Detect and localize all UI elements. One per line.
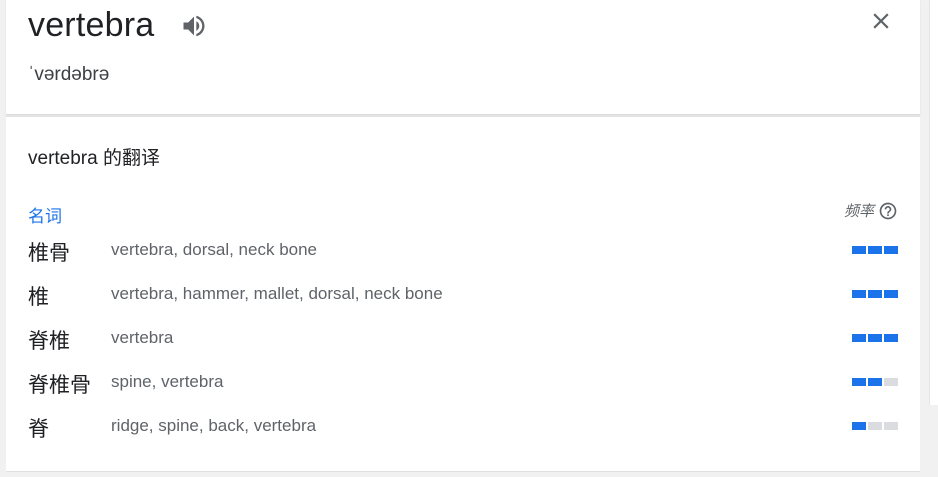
phonetic-transcription: ˈvərdəbrə [28,64,110,85]
frequency-indicator [852,290,898,298]
frequency-bar-filled [852,334,866,342]
frequency-label: 频率 [843,203,874,220]
frequency-indicator [852,246,898,254]
close-icon[interactable] [868,8,894,34]
frequency-bar-filled [852,246,866,254]
help-circle-icon[interactable] [878,201,898,221]
frequency-bar-filled [852,422,866,430]
translation-row[interactable]: 椎 vertebra, hammer, mallet, dorsal, neck… [6,273,920,317]
back-translations: spine, vertebra [111,372,224,391]
frequency-bar-filled [852,290,866,298]
translation-term: 椎骨 [28,241,70,265]
translation-row[interactable]: 脊 ridge, spine, back, vertebra [6,405,920,449]
translations-title: vertebra 的翻译 [28,148,160,169]
frequency-bar-filled [852,378,866,386]
frequency-bar-filled [884,290,898,298]
translation-row[interactable]: 脊椎 vertebra [6,317,920,361]
back-translations: vertebra, dorsal, neck bone [111,240,318,259]
frequency-indicator [852,422,898,430]
translation-row[interactable]: 椎骨 vertebra, dorsal, neck bone [6,229,920,273]
frequency-header: 频率 [844,200,898,221]
frequency-bar-filled [884,246,898,254]
frequency-bar-empty [884,378,898,386]
back-translations: vertebra [111,328,174,347]
translation-list: 椎骨 vertebra, dorsal, neck bone 椎 vertebr… [6,229,920,449]
translation-term: 椎 [28,285,49,309]
frequency-bar-filled [868,246,882,254]
headword: vertebra [28,6,155,44]
frequency-bar-empty [868,422,882,430]
translations-card: vertebra 的翻译 名词 频率 椎骨 vertebra, dorsal, … [6,116,920,472]
frequency-bar-filled [868,334,882,342]
frequency-bar-filled [884,334,898,342]
frequency-bar-empty [884,422,898,430]
scrollbar-track[interactable] [929,0,938,405]
translation-term: 脊 [28,417,49,441]
translation-term: 脊椎 [28,329,70,353]
volume-icon[interactable] [180,12,208,40]
back-translations: ridge, spine, back, vertebra [111,416,317,435]
frequency-indicator [852,378,898,386]
translation-term: 脊椎骨 [28,373,91,397]
word-header-card: vertebra ˈvərdəbrə [6,0,920,115]
part-of-speech-label: 名词 [28,207,62,226]
translation-row[interactable]: 脊椎骨 spine, vertebra [6,361,920,405]
frequency-bar-filled [868,290,882,298]
frequency-indicator [852,334,898,342]
back-translations: vertebra, hammer, mallet, dorsal, neck b… [111,284,443,303]
frequency-bar-filled [868,378,882,386]
